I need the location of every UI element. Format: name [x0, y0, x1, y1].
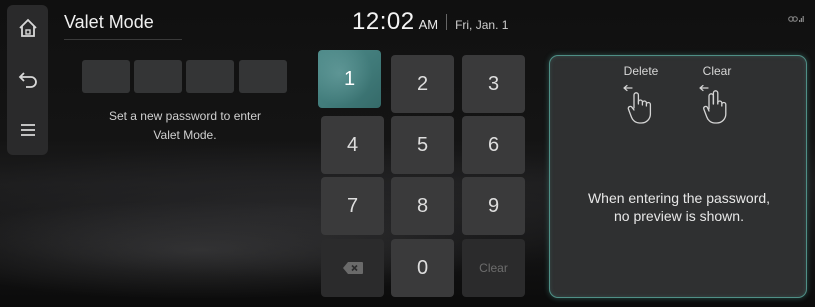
- password-digit-box-2[interactable]: [134, 60, 182, 93]
- clear-key[interactable]: Clear: [462, 239, 525, 297]
- key-5[interactable]: 5: [391, 116, 454, 174]
- no-preview-message-line-1: When entering the password,: [587, 190, 771, 206]
- backspace-icon: [342, 262, 363, 274]
- clock-date: Fri, Jan. 1: [455, 18, 509, 32]
- password-digit-box-1[interactable]: [82, 60, 130, 93]
- home-icon: [18, 18, 37, 37]
- menu-button[interactable]: [7, 109, 48, 151]
- gesture-info-panel: Delete Clear When entering the password,…: [549, 55, 807, 298]
- clock-time: 12:02: [352, 8, 415, 35]
- backspace-key[interactable]: [321, 239, 384, 297]
- no-preview-message: When entering the password, no preview i…: [550, 189, 808, 225]
- password-digit-box-3[interactable]: [186, 60, 234, 93]
- key-9[interactable]: 9: [462, 177, 525, 235]
- valet-mode-screen: Valet Mode 12:02 AM Fri, Jan. 1 Set a ne…: [0, 0, 815, 307]
- page-title: Valet Mode: [64, 12, 154, 32]
- key-1[interactable]: 1: [318, 50, 381, 108]
- two-finger-swipe-icon: [699, 84, 727, 124]
- clear-gesture: [698, 82, 736, 131]
- delete-gesture: [622, 82, 658, 131]
- key-8[interactable]: 8: [391, 177, 454, 235]
- password-hint-line-2: Valet Mode.: [153, 128, 217, 142]
- title-underline: [64, 39, 182, 40]
- clear-gesture-label: Clear: [702, 64, 732, 78]
- password-hint-line-1: Set a new password to enter: [108, 109, 262, 123]
- key-6[interactable]: 6: [462, 116, 525, 174]
- key-7[interactable]: 7: [321, 177, 384, 235]
- home-button[interactable]: [7, 7, 48, 49]
- menu-icon: [20, 124, 35, 136]
- clock-divider: [446, 14, 448, 30]
- back-button[interactable]: [7, 58, 48, 100]
- back-icon: [18, 72, 37, 88]
- connection-status-icon: [788, 16, 804, 22]
- side-rail: [7, 5, 48, 155]
- no-preview-message-line-2: no preview is shown.: [614, 208, 744, 224]
- clock: 12:02 AM Fri, Jan. 1: [352, 8, 508, 36]
- clock-ampm: AM: [418, 17, 439, 32]
- key-4[interactable]: 4: [321, 116, 384, 174]
- key-2[interactable]: 2: [391, 55, 454, 113]
- delete-gesture-label: Delete: [623, 64, 659, 78]
- one-finger-swipe-icon: [623, 84, 652, 124]
- password-digit-box-4[interactable]: [239, 60, 287, 93]
- key-0[interactable]: 0: [391, 239, 454, 297]
- password-hint: Set a new password to enter Valet Mode.: [70, 107, 300, 145]
- key-3[interactable]: 3: [462, 55, 525, 113]
